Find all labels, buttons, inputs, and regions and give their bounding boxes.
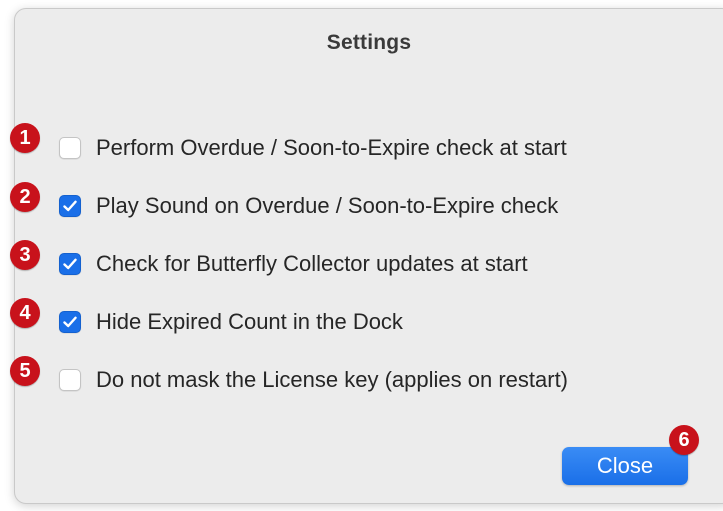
checkbox-overdue-check-at-start[interactable] — [59, 137, 81, 159]
dialog-title: Settings — [326, 31, 412, 54]
option-label: Play Sound on Overdue / Soon-to-Expire c… — [96, 193, 559, 218]
option-hide-expired-count[interactable]: Hide Expired Count in the Dock — [59, 306, 403, 338]
option-label: Perform Overdue / Soon-to-Expire check a… — [96, 135, 567, 160]
annotation-badge-1: 1 — [10, 123, 40, 153]
settings-dialog: Settings Perform Overdue / Soon-to-Expir… — [14, 8, 723, 504]
annotation-badge-2: 2 — [10, 182, 40, 212]
checkmark-icon — [63, 258, 77, 270]
option-play-sound[interactable]: Play Sound on Overdue / Soon-to-Expire c… — [59, 190, 558, 222]
close-button[interactable]: Close — [562, 447, 688, 485]
annotation-badge-5: 5 — [10, 356, 40, 386]
checkbox-check-updates[interactable] — [59, 253, 81, 275]
option-label: Do not mask the License key (applies on … — [96, 367, 569, 392]
option-label: Hide Expired Count in the Dock — [96, 309, 403, 334]
option-check-updates[interactable]: Check for Butterfly Collector updates at… — [59, 248, 528, 280]
annotation-badge-3: 3 — [10, 240, 40, 270]
checkbox-hide-expired-count[interactable] — [59, 311, 81, 333]
checkmark-icon — [63, 316, 77, 328]
option-label: Check for Butterfly Collector updates at… — [96, 251, 528, 276]
checkbox-play-sound[interactable] — [59, 195, 81, 217]
option-overdue-check-at-start[interactable]: Perform Overdue / Soon-to-Expire check a… — [59, 132, 567, 164]
annotation-badge-4: 4 — [10, 298, 40, 328]
annotation-badge-6: 6 — [669, 425, 699, 455]
screen: Settings Perform Overdue / Soon-to-Expir… — [0, 0, 723, 511]
checkmark-icon — [63, 200, 77, 212]
option-unmask-license-key[interactable]: Do not mask the License key (applies on … — [59, 364, 568, 396]
checkbox-unmask-license-key[interactable] — [59, 369, 81, 391]
